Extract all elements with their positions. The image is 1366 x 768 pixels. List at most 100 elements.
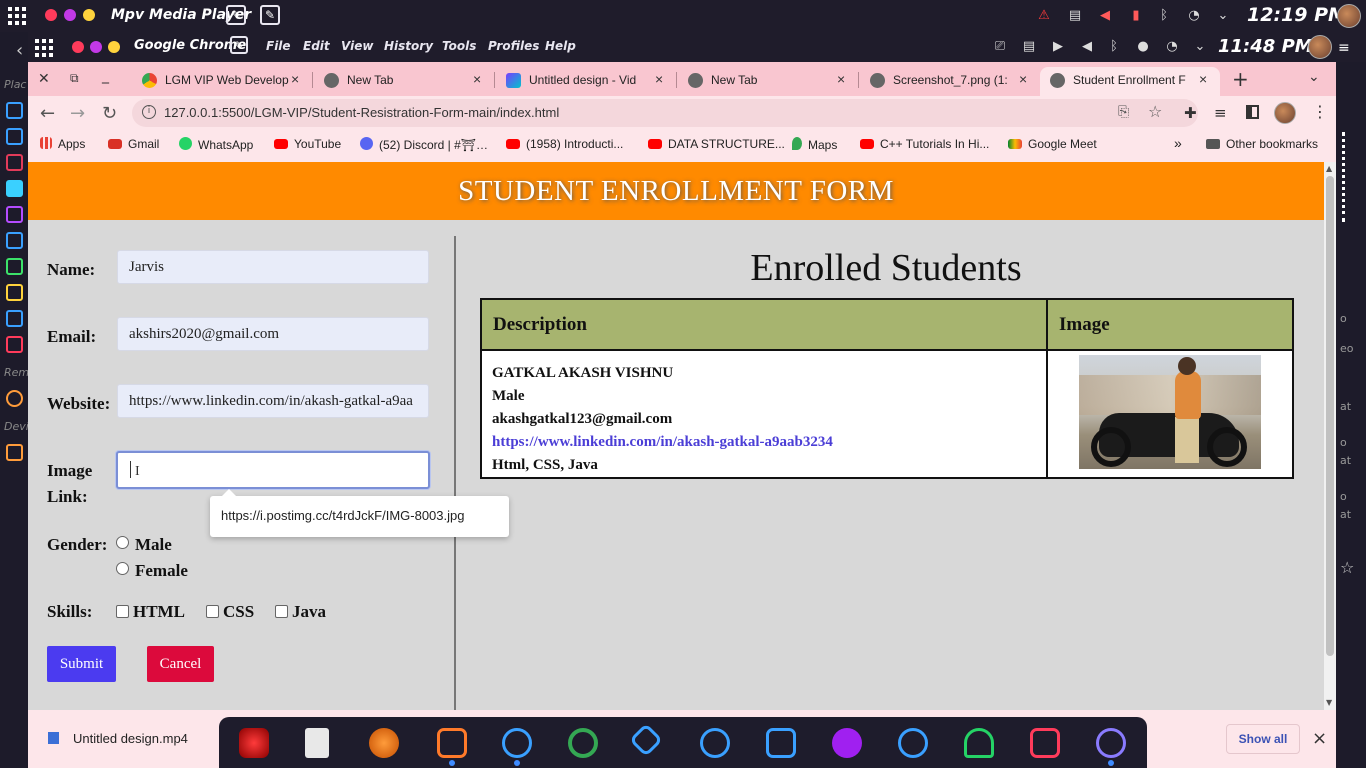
address-bar[interactable]: i 127.0.0.1:5500/LGM-VIP/Student-Resistr… [132,99,1198,127]
folder-open-icon[interactable] [6,180,23,197]
skill-html-checkbox[interactable] [116,605,129,618]
user-avatar[interactable] [1337,4,1361,28]
cancel-button[interactable]: Cancel [147,646,214,682]
tab-close-icon[interactable]: × [837,71,845,87]
drive-icon[interactable] [6,444,23,461]
pictures-icon[interactable] [6,284,23,301]
menu-help[interactable]: Help [545,39,576,53]
email-input[interactable]: akshirs2020@gmail.com [117,317,429,351]
maximize-window-icon[interactable] [108,41,120,53]
bookmark-google-meet[interactable]: Google Meet [1008,137,1097,151]
volume-muted-icon[interactable]: ◀ [1097,8,1113,24]
microphone-icon[interactable]: ● [1135,39,1151,55]
menu-file[interactable]: File [266,39,291,53]
document-icon[interactable] [305,728,329,758]
blender-icon[interactable] [369,728,399,758]
extensions-icon[interactable]: ✚ [1184,104,1197,122]
files-folder-icon[interactable] [437,728,467,758]
tab-close-icon[interactable]: × [1019,71,1027,87]
github-icon[interactable] [700,728,730,758]
chevron-down-icon[interactable]: ⌄ [1215,8,1231,24]
close-window-icon[interactable] [45,9,57,21]
student-website-link[interactable]: https://www.linkedin.com/in/akash-gatkal… [492,431,1036,454]
download-item[interactable]: Untitled design.mp4 [48,731,188,746]
telegram-icon[interactable] [629,723,663,757]
app-grid-icon[interactable] [8,7,26,25]
chrome-icon[interactable] [568,728,598,758]
document-icon[interactable] [6,206,23,223]
system-monitor-icon[interactable] [766,728,796,758]
alert-icon[interactable]: ⚠ [1036,8,1052,24]
scroll-up-icon[interactable]: ▲ [1326,164,1332,173]
menu-history[interactable]: History [384,39,433,53]
tab-close-icon[interactable]: × [291,71,299,87]
bookmark-maps[interactable]: Maps [792,137,837,152]
submit-button[interactable]: Submit [47,646,116,682]
bookmark-cpp-tutorials[interactable]: C++ Tutorials In Hi... [860,137,989,151]
volume-icon[interactable]: ◀ [1079,39,1095,55]
screen-record-icon[interactable]: ⎚ [992,39,1008,55]
bookmark-discord[interactable]: (52) Discord | #⛩… [360,137,488,152]
trash-icon[interactable] [6,336,23,353]
bookmark-whatsapp[interactable]: WhatsApp [179,137,253,152]
ghost-app-icon[interactable] [964,728,994,758]
name-input[interactable]: Jarvis [117,250,429,284]
video-icon[interactable] [6,310,23,327]
close-window-icon[interactable] [72,41,84,53]
other-bookmarks[interactable]: Other bookmarks [1206,137,1318,151]
tab-close-icon[interactable]: × [655,71,663,87]
home-icon[interactable] [6,102,23,119]
website-input[interactable]: https://www.linkedin.com/in/akash-gatkal… [117,384,429,418]
edit-icon-2[interactable]: ✎ [260,5,280,25]
scroll-down-icon[interactable]: ▼ [1326,698,1332,707]
menu-view[interactable]: View [341,39,373,53]
scroll-thumb[interactable] [1326,176,1334,656]
media-control-icon[interactable]: ≡ [1214,104,1227,122]
app-grid-icon[interactable] [35,39,53,57]
user-avatar[interactable] [1308,35,1332,59]
tab-screenshot[interactable]: Screenshot_7.png (1: × [860,67,1040,96]
forward-button[interactable]: → [70,103,85,124]
screenshot-tool-icon[interactable] [1030,728,1060,758]
minimize-window-icon[interactable] [90,41,102,53]
clipboard-icon[interactable]: ▤ [1021,39,1037,55]
back-button[interactable]: ← [40,103,55,124]
new-tab-button[interactable]: + [1232,67,1249,91]
wifi-icon[interactable]: ◔ [1186,8,1202,24]
maximize-window-icon[interactable] [83,9,95,21]
gender-male-radio[interactable] [116,536,129,549]
bookmark-youtube[interactable]: YouTube [274,137,341,151]
hamburger-icon[interactable]: ≡ [1338,40,1350,56]
desktop-icon[interactable] [6,154,23,171]
chevron-down-icon[interactable]: ⌄ [1192,39,1208,55]
tab-student-enrollment[interactable]: Student Enrollment F × [1040,67,1220,96]
close-icon[interactable]: ✕ [38,71,50,87]
tab-lgm-vip[interactable]: LGM VIP Web Develop × [132,67,312,96]
show-all-button[interactable]: Show all [1226,724,1300,754]
edit-icon[interactable]: ✎ [226,5,246,25]
bluetooth-icon[interactable]: ᛒ [1106,39,1122,55]
star-icon[interactable]: ☆ [1340,558,1354,577]
folder-icon[interactable] [6,128,23,145]
tab-new-tab-2[interactable]: New Tab × [678,67,858,96]
profile-avatar[interactable] [1274,102,1296,124]
autocomplete-suggestion[interactable]: https://i.postimg.cc/t4rdJckF/IMG-8003.j… [210,489,509,537]
site-info-icon[interactable]: i [142,105,156,119]
minimize-window-icon[interactable] [64,9,76,21]
tab-close-icon[interactable]: × [1199,71,1207,87]
tab-search-chevron-icon[interactable]: ⌄ [1308,69,1320,85]
tab-untitled-design[interactable]: Untitled design - Vid × [496,67,676,96]
downloads-close-icon[interactable]: × [1312,728,1327,749]
menu-edit[interactable]: Edit [303,39,330,53]
bookmarks-overflow-button[interactable]: » [1174,135,1182,151]
music-icon[interactable] [6,258,23,275]
gender-female-radio[interactable] [116,562,129,575]
skill-css-checkbox[interactable] [206,605,219,618]
bookmark-introduction[interactable]: (1958) Introducti... [506,137,623,151]
clipboard-icon[interactable]: ▤ [1067,8,1083,24]
share-icon[interactable]: ⎘ [1118,104,1129,120]
bluetooth-icon[interactable]: ᛒ [1156,8,1172,24]
bookmark-apps[interactable]: Apps [40,137,85,151]
reload-button[interactable]: ↻ [102,103,117,124]
more-menu-icon[interactable]: ⋮ [1312,102,1328,121]
